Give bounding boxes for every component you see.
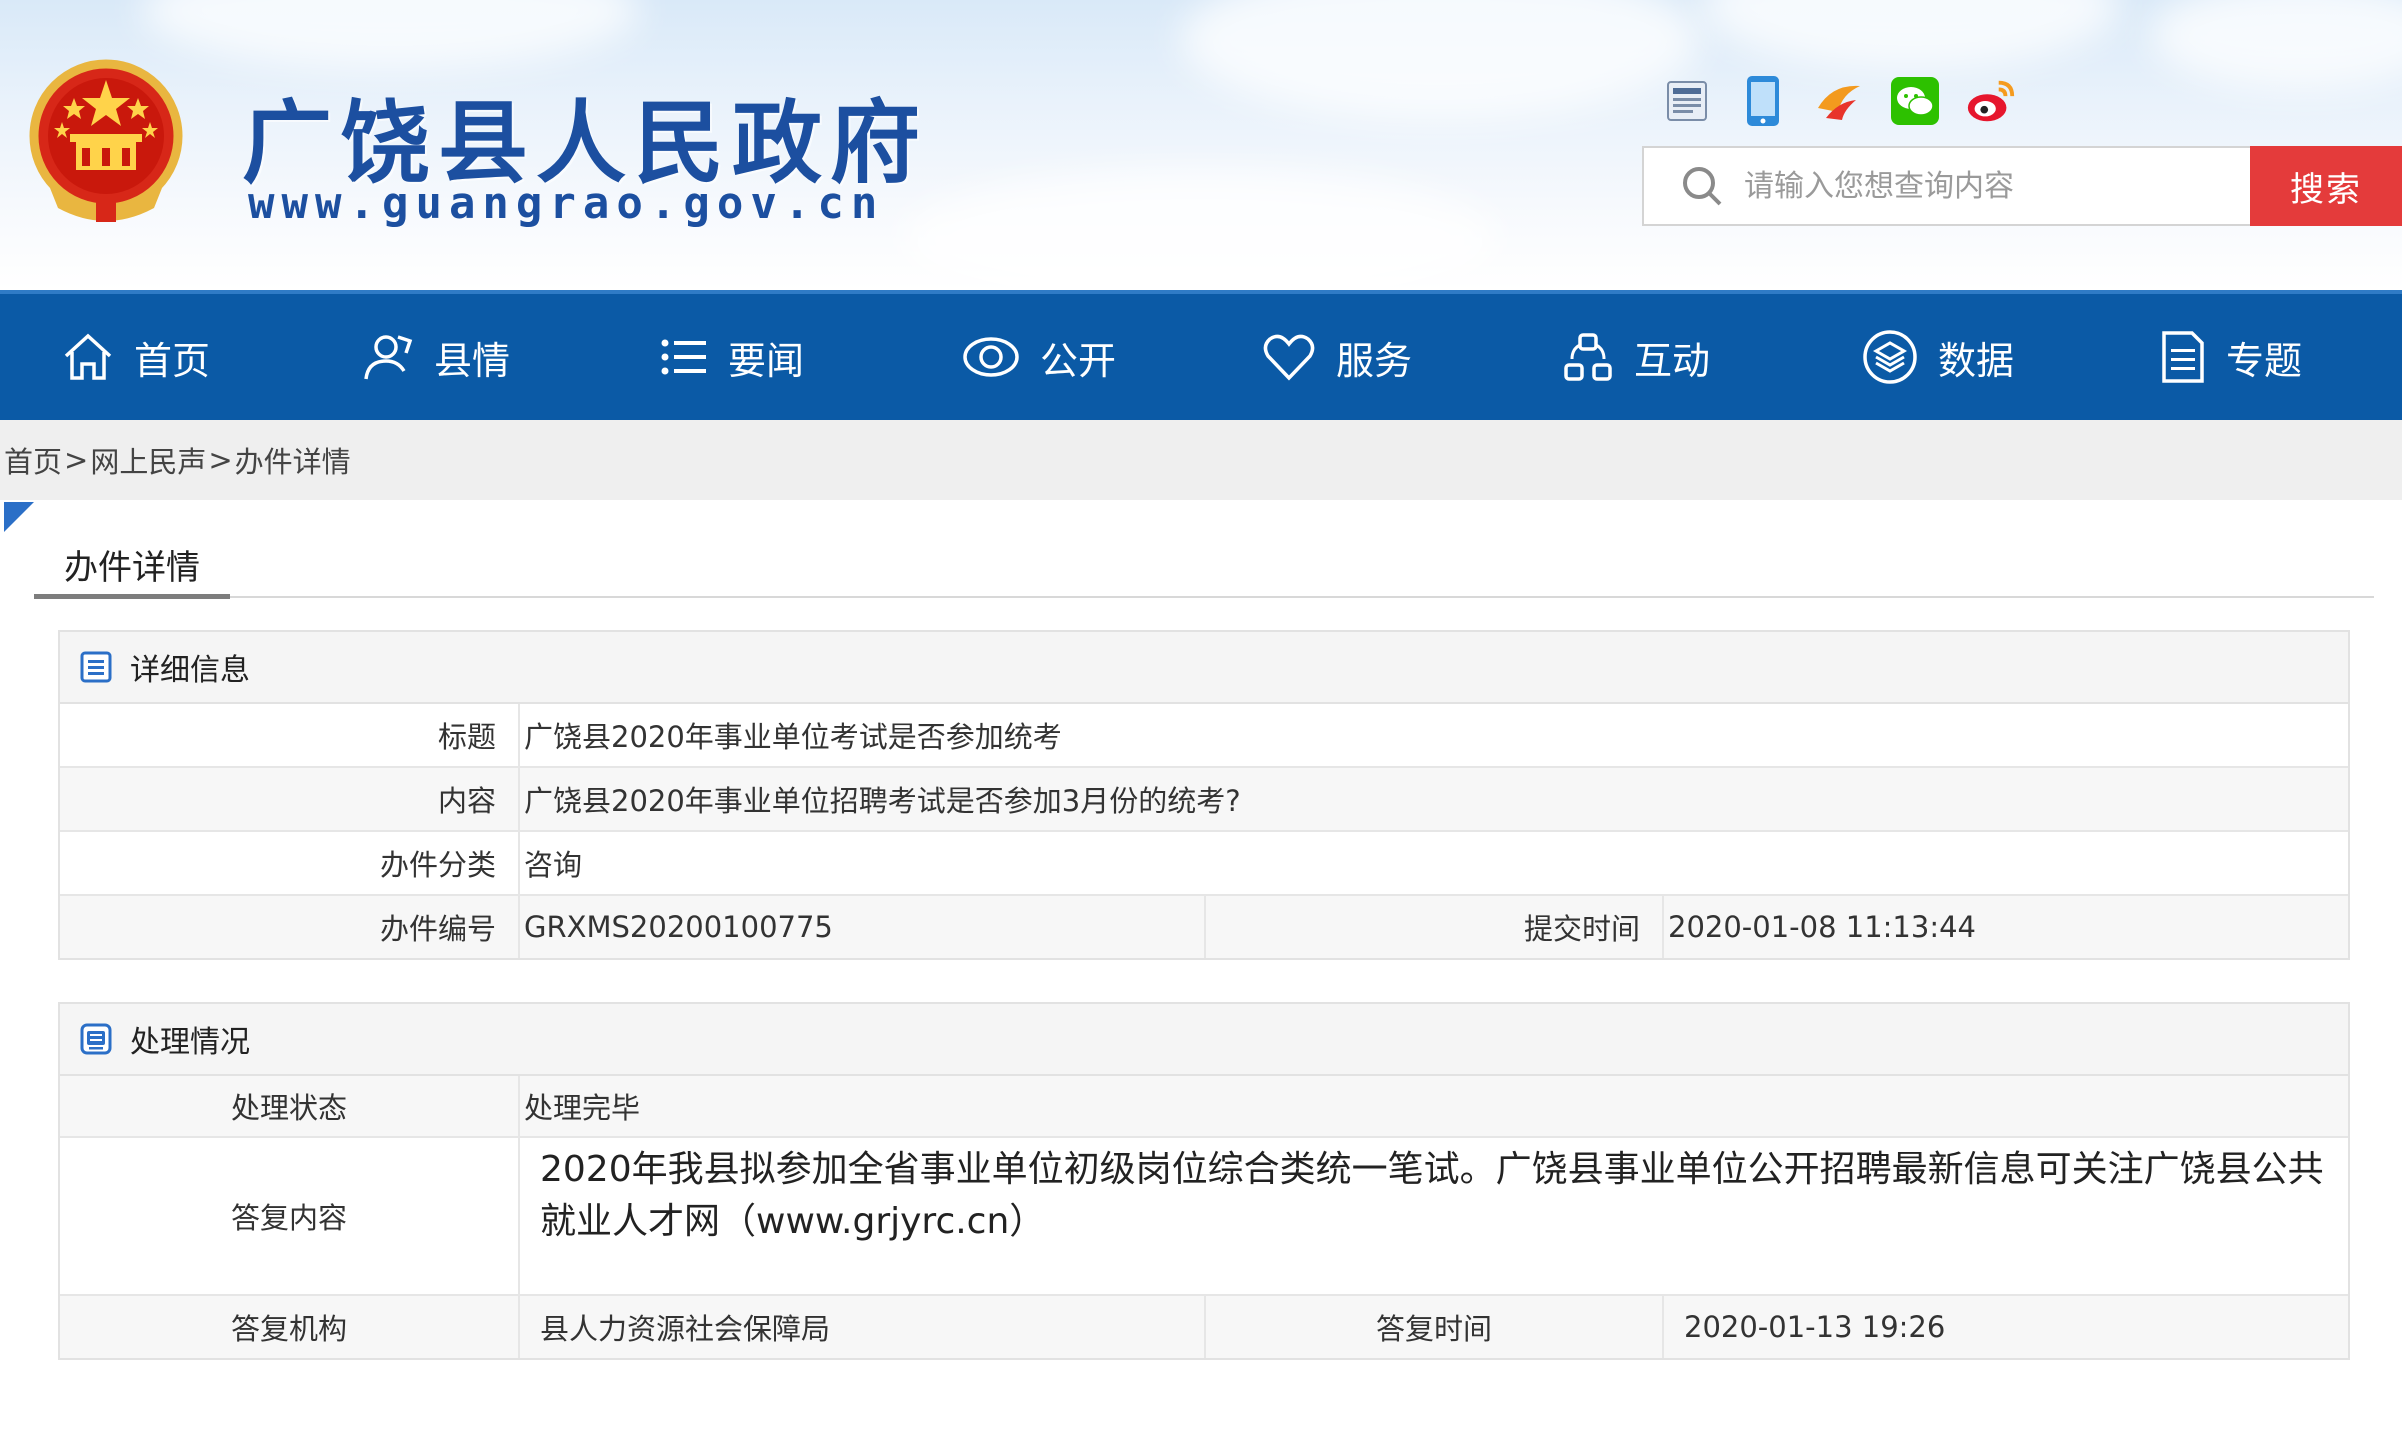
org-label: 答复机构: [60, 1296, 520, 1358]
sina-icon[interactable]: [1812, 74, 1866, 128]
details-heading-label: 详细信息: [130, 653, 250, 688]
category-label: 办件分类: [60, 832, 520, 894]
search-box: [1642, 146, 2252, 226]
breadcrumb-separator: >: [208, 443, 233, 477]
table-row: 标题 广饶县2020年事业单位考试是否参加统考: [60, 704, 2348, 768]
search-icon: [1683, 167, 1722, 206]
nav-label: 服务: [1336, 338, 1413, 383]
reply-value: 2020年我县拟参加全省事业单位初级岗位综合类统一笔试。广饶县事业单位公开招聘最…: [540, 1149, 2324, 1242]
content-value: 广饶县2020年事业单位招聘考试是否参加3月份的统考?: [524, 784, 1241, 818]
nav-label: 要闻: [728, 338, 805, 383]
nav-label: 互动: [1634, 338, 1711, 383]
table-row: 答复内容 2020年我县拟参加全省事业单位初级岗位综合类统一笔试。广饶县事业单位…: [60, 1138, 2348, 1296]
breadcrumb-separator: >: [64, 443, 89, 477]
government-service-icon[interactable]: [1660, 74, 1714, 128]
interact-icon: [1564, 333, 1612, 381]
processing-section: 处理情况 处理状态 处理完毕 答复内容 2020年我县拟参加全省事业单位初级岗位…: [58, 1002, 2350, 1360]
processing-heading-label: 处理情况: [130, 1025, 250, 1060]
nav-item-data[interactable]: 数据: [1862, 294, 2014, 420]
table-row: 办件分类 咨询: [60, 832, 2348, 896]
wechat-icon[interactable]: [1888, 74, 1942, 128]
details-heading: 详细信息: [60, 632, 2348, 704]
page-tab: 办件详情: [64, 548, 200, 588]
table-row: 处理状态 处理完毕: [60, 1076, 2348, 1138]
site-header: 广饶县人民政府 www.guangrao.gov.cn 搜索: [0, 0, 2402, 290]
list-icon: [661, 339, 706, 375]
social-links: [1660, 74, 2018, 128]
nav-label: 数据: [1938, 338, 2015, 383]
nav-label: 县情: [434, 338, 511, 383]
national-emblem-icon[interactable]: [26, 58, 186, 228]
status-label: 处理状态: [60, 1076, 520, 1136]
status-value: 处理完毕: [524, 1091, 641, 1125]
nav-item-home[interactable]: 首页: [62, 294, 210, 420]
home-icon: [64, 333, 112, 380]
heart-icon: [1263, 334, 1315, 381]
eye-icon: [963, 337, 1019, 377]
nav-item-news[interactable]: 要闻: [660, 294, 804, 420]
table-row: 内容 广饶县2020年事业单位招聘考试是否参加3月份的统考?: [60, 768, 2348, 832]
nav-item-interact[interactable]: 互动: [1562, 294, 1710, 420]
org-value: 县人力资源社会保障局: [520, 1296, 1206, 1358]
nav-label: 首页: [134, 338, 211, 383]
processing-heading: 处理情况: [60, 1004, 2348, 1076]
data-icon: [1863, 330, 1917, 384]
nav-item-open[interactable]: 公开: [962, 294, 1116, 420]
search-input[interactable]: [1744, 156, 2250, 216]
nav-item-service[interactable]: 服务: [1262, 294, 1412, 420]
number-value: GRXMS20200100775: [520, 896, 1206, 958]
search-button[interactable]: 搜索: [2250, 146, 2402, 226]
mobile-icon[interactable]: [1736, 74, 1790, 128]
content-label: 内容: [60, 768, 520, 830]
corner-marker: [4, 502, 34, 532]
site-url[interactable]: www.guangrao.gov.cn: [248, 178, 884, 229]
table-row: 答复机构 县人力资源社会保障局 答复时间 2020-01-13 19:26: [60, 1296, 2348, 1358]
reply-label: 答复内容: [60, 1138, 520, 1294]
submit-time-label: 提交时间: [1206, 896, 1664, 958]
main-nav: 首页 县情 要闻 公开 服务 互动 数据 专题: [0, 290, 2402, 420]
submit-time-value: 2020-01-08 11:13:44: [1668, 910, 1976, 944]
title-value: 广饶县2020年事业单位考试是否参加统考: [524, 720, 1062, 754]
county-icon: [364, 335, 413, 380]
reply-time-value: 2020-01-13 19:26: [1684, 1310, 1946, 1344]
breadcrumb-current: 办件详情: [234, 445, 351, 479]
document-icon: [2162, 331, 2204, 383]
reply-time-label: 答复时间: [1206, 1296, 1664, 1358]
title-label: 标题: [60, 704, 520, 766]
nav-item-topic[interactable]: 专题: [2160, 294, 2302, 420]
breadcrumb-voice[interactable]: 网上民声: [90, 439, 206, 481]
tab-divider: [34, 596, 2374, 598]
breadcrumb-home[interactable]: 首页: [4, 439, 62, 481]
nav-item-county[interactable]: 县情: [360, 294, 510, 420]
weibo-icon[interactable]: [1964, 74, 2018, 128]
table-row: 办件编号 GRXMS20200100775 提交时间 2020-01-08 11…: [60, 896, 2348, 958]
nav-label: 公开: [1040, 338, 1117, 383]
tab-underline: [34, 594, 230, 599]
details-icon: [80, 651, 112, 683]
processing-icon: [80, 1023, 112, 1055]
details-section: 详细信息 标题 广饶县2020年事业单位考试是否参加统考 内容 广饶县2020年…: [58, 630, 2350, 960]
category-value: 咨询: [524, 848, 583, 882]
breadcrumb: 首页 > 网上民声 > 办件详情: [0, 420, 2402, 500]
nav-label: 专题: [2226, 338, 2303, 383]
number-label: 办件编号: [60, 896, 520, 958]
